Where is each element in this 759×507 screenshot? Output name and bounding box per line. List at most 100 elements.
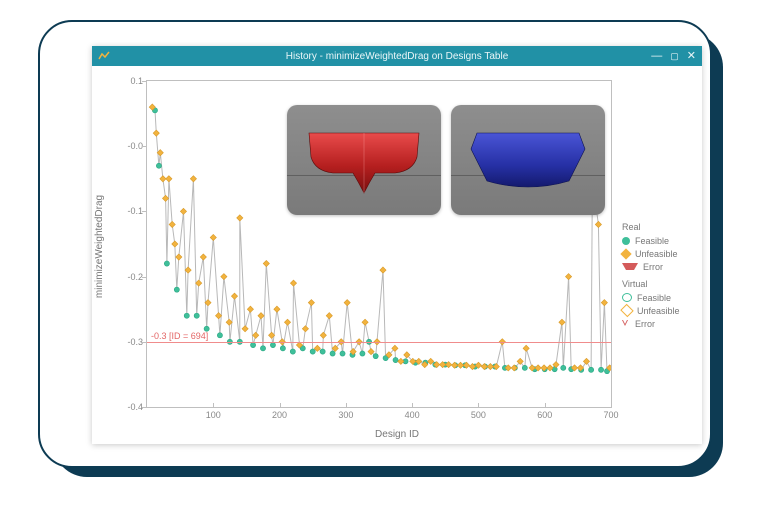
point-feasible[interactable] xyxy=(393,357,398,362)
point-feasible[interactable] xyxy=(174,287,179,292)
point-feasible[interactable] xyxy=(280,346,285,351)
reference-line xyxy=(147,342,611,343)
point-unfeasible[interactable] xyxy=(176,254,182,260)
x-tick-label: 200 xyxy=(272,407,287,420)
point-feasible[interactable] xyxy=(250,342,255,347)
point-unfeasible[interactable] xyxy=(457,362,463,368)
point-feasible[interactable] xyxy=(164,261,169,266)
point-feasible[interactable] xyxy=(598,367,603,372)
legend-group-title: Virtual xyxy=(622,279,700,289)
point-unfeasible[interactable] xyxy=(162,195,168,201)
chart: minimizeWeightedDrag Design ID -0.3 [ID … xyxy=(92,66,702,444)
point-unfeasible[interactable] xyxy=(380,267,386,273)
thumbnail-red-hull[interactable] xyxy=(287,105,441,215)
point-unfeasible[interactable] xyxy=(237,215,243,221)
point-feasible[interactable] xyxy=(270,342,275,347)
legend-item-label: Feasible xyxy=(635,236,669,246)
point-feasible[interactable] xyxy=(217,333,222,338)
point-unfeasible[interactable] xyxy=(274,306,280,312)
point-unfeasible[interactable] xyxy=(253,332,259,338)
point-unfeasible[interactable] xyxy=(180,208,186,214)
legend-item[interactable]: Feasible xyxy=(622,234,700,247)
point-feasible[interactable] xyxy=(310,349,315,354)
point-unfeasible[interactable] xyxy=(190,176,196,182)
point-feasible[interactable] xyxy=(194,313,199,318)
point-unfeasible[interactable] xyxy=(601,300,607,306)
legend-item[interactable]: Error xyxy=(622,260,700,273)
legend-swatch-icon xyxy=(622,263,638,270)
point-unfeasible[interactable] xyxy=(166,176,172,182)
point-unfeasible[interactable] xyxy=(210,234,216,240)
point-feasible[interactable] xyxy=(156,163,161,168)
point-unfeasible[interactable] xyxy=(196,280,202,286)
legend-item[interactable]: Error xyxy=(622,317,700,330)
legend-item-label: Error xyxy=(635,319,655,329)
point-feasible[interactable] xyxy=(360,351,365,356)
reference-line-label: -0.3 [ID = 694] xyxy=(151,331,208,342)
point-unfeasible[interactable] xyxy=(308,300,314,306)
window-maximize-icon[interactable]: ▢ xyxy=(670,52,679,61)
window-titlebar[interactable]: History - minimizeWeightedDrag on Design… xyxy=(92,46,702,66)
point-unfeasible[interactable] xyxy=(231,293,237,299)
legend-item-label: Feasible xyxy=(637,293,671,303)
point-unfeasible[interactable] xyxy=(247,306,253,312)
point-feasible[interactable] xyxy=(320,349,325,354)
legend-item-label: Error xyxy=(643,262,663,272)
window-close-icon[interactable]: ✕ xyxy=(687,51,696,62)
point-unfeasible[interactable] xyxy=(595,221,601,227)
x-axis-label: Design ID xyxy=(92,429,702,440)
point-feasible[interactable] xyxy=(522,365,527,370)
point-unfeasible[interactable] xyxy=(559,319,565,325)
x-tick-label: 400 xyxy=(405,407,420,420)
point-unfeasible[interactable] xyxy=(565,273,571,279)
design-thumbnails xyxy=(287,105,605,215)
point-unfeasible[interactable] xyxy=(169,221,175,227)
legend-group-title: Real xyxy=(622,222,700,232)
point-feasible[interactable] xyxy=(290,349,295,354)
point-unfeasible[interactable] xyxy=(172,241,178,247)
point-unfeasible[interactable] xyxy=(487,363,493,369)
x-tick-label: 300 xyxy=(338,407,353,420)
legend-swatch-icon xyxy=(620,248,631,259)
legend-swatch-icon xyxy=(622,293,632,302)
point-unfeasible[interactable] xyxy=(523,345,529,351)
legend-swatch-icon xyxy=(622,320,630,327)
legend-item[interactable]: Unfeasible xyxy=(622,247,700,260)
point-unfeasible[interactable] xyxy=(290,280,296,286)
point-feasible[interactable] xyxy=(330,351,335,356)
legend-item-label: Unfeasible xyxy=(635,249,678,259)
point-unfeasible[interactable] xyxy=(362,319,368,325)
point-unfeasible[interactable] xyxy=(284,319,290,325)
legend-item-label: Unfeasible xyxy=(637,306,680,316)
plot-area[interactable]: -0.3 [ID = 694] xyxy=(146,80,612,408)
hull-blue-icon xyxy=(469,127,587,191)
point-unfeasible[interactable] xyxy=(242,326,248,332)
window-minimize-icon[interactable]: — xyxy=(651,51,662,62)
point-unfeasible[interactable] xyxy=(200,254,206,260)
point-feasible[interactable] xyxy=(260,346,265,351)
point-unfeasible[interactable] xyxy=(344,300,350,306)
app-window: History - minimizeWeightedDrag on Design… xyxy=(92,46,702,444)
point-unfeasible[interactable] xyxy=(583,358,589,364)
point-unfeasible[interactable] xyxy=(326,313,332,319)
point-unfeasible[interactable] xyxy=(258,313,264,319)
x-tick-label: 500 xyxy=(471,407,486,420)
thumbnail-blue-hull[interactable] xyxy=(451,105,605,215)
point-unfeasible[interactable] xyxy=(320,332,326,338)
point-feasible[interactable] xyxy=(340,351,345,356)
legend-item[interactable]: Unfeasible xyxy=(622,304,700,317)
point-feasible[interactable] xyxy=(589,367,594,372)
point-unfeasible[interactable] xyxy=(160,176,166,182)
point-unfeasible[interactable] xyxy=(221,273,227,279)
point-feasible[interactable] xyxy=(561,365,566,370)
x-tick-label: 100 xyxy=(206,407,221,420)
legend-swatch-icon xyxy=(622,237,630,245)
point-feasible[interactable] xyxy=(184,313,189,318)
point-unfeasible[interactable] xyxy=(302,326,308,332)
point-feasible[interactable] xyxy=(373,354,378,359)
card: History - minimizeWeightedDrag on Design… xyxy=(38,20,712,468)
point-unfeasible[interactable] xyxy=(398,358,404,364)
point-unfeasible[interactable] xyxy=(153,130,159,136)
legend-item[interactable]: Feasible xyxy=(622,291,700,304)
point-unfeasible[interactable] xyxy=(263,260,269,266)
